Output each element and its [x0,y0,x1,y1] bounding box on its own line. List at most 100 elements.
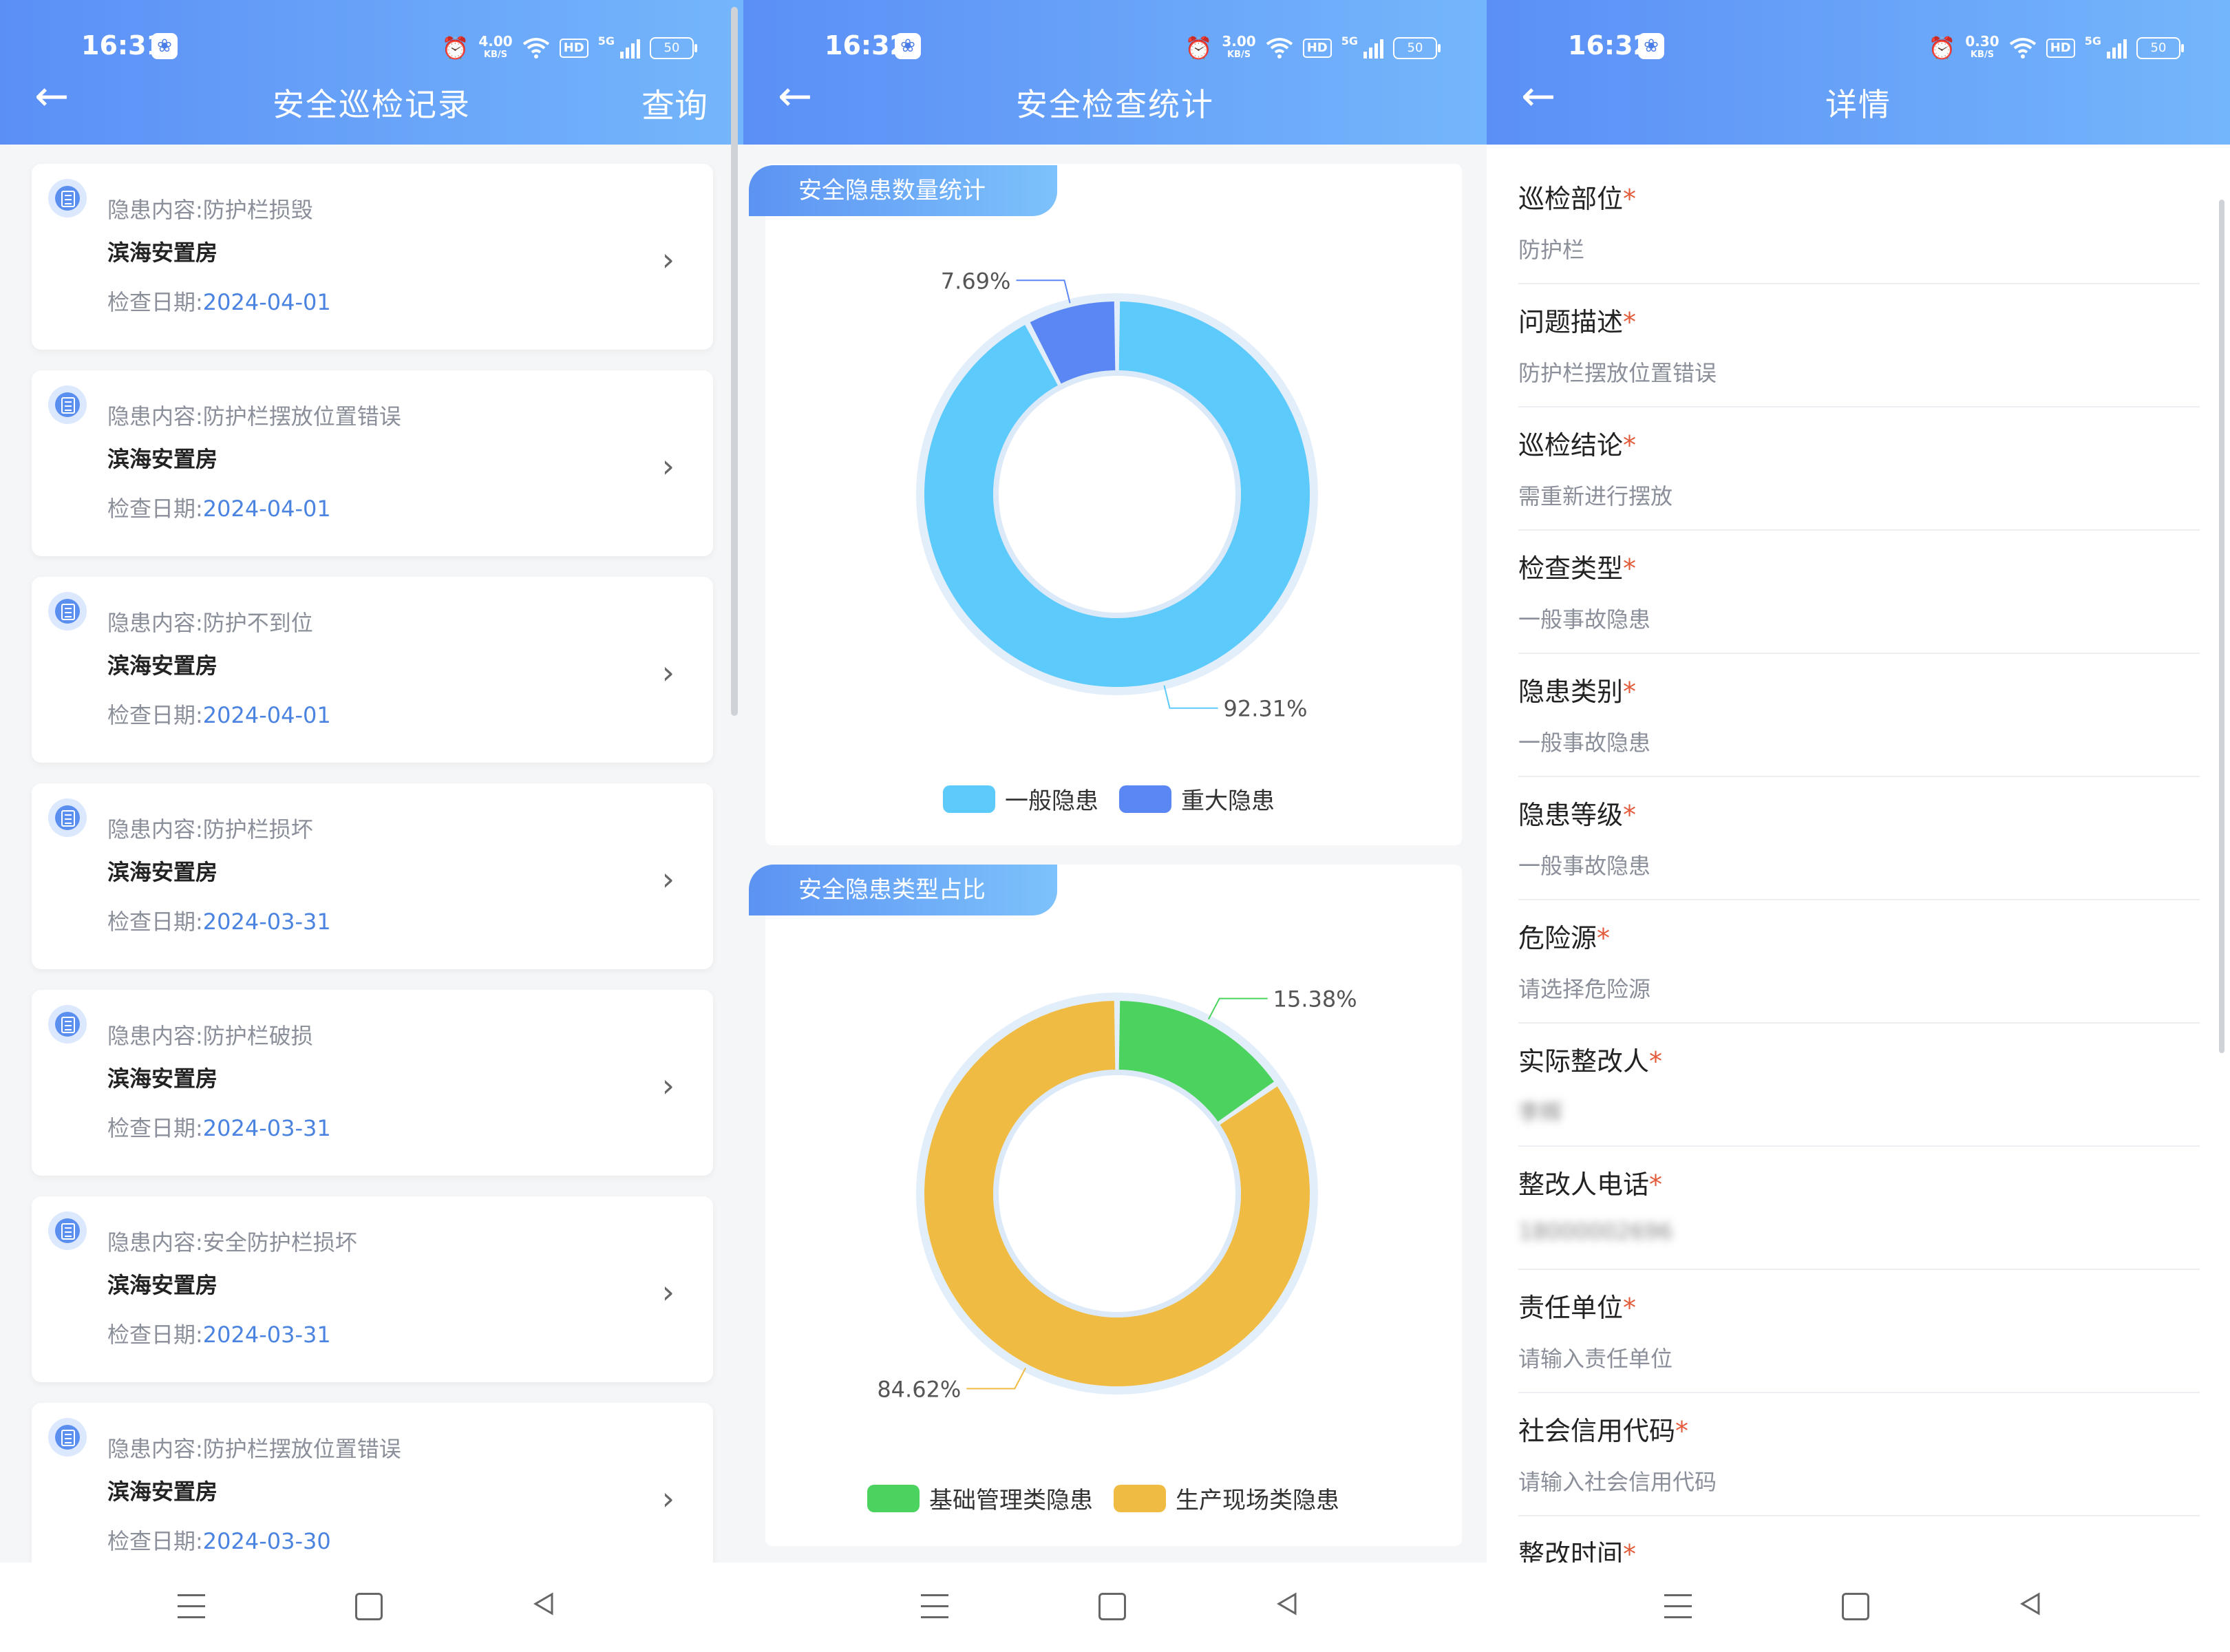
legend-item[interactable]: 一般隐患 [943,782,1098,816]
hazard-content: 隐患内容:防护栏破损 [107,1023,313,1049]
chevron-right-icon: › [661,241,675,278]
home-icon[interactable] [1842,1593,1869,1620]
record-card[interactable]: 隐患内容:防护栏摆放位置错误 滨海安置房 检查日期:2024-04-01 › [32,370,713,556]
network-speed: 0.30 KB/S [1965,33,1999,60]
record-card[interactable]: 隐患内容:安全防护栏损坏 滨海安置房 检查日期:2024-03-31 › [32,1196,713,1382]
legend-swatch [867,1484,920,1512]
system-nav-bar [0,1563,743,1652]
field-value: 一般事故隐患 [1518,853,1651,879]
status-icons: ⏰ 4.00 KB/S HD 5G 50 [441,33,697,62]
field-row[interactable]: 实际整改人* 李辉 [1518,1022,2200,1147]
hd-badge: HD [2046,39,2075,58]
field-label: 实际整改人* [1518,1046,1663,1077]
chevron-right-icon: › [661,1067,675,1104]
hazard-content: 隐患内容:防护栏损毁 [107,197,313,223]
field-row[interactable]: 隐患等级* 一般事故隐患 [1518,776,2200,900]
check-date: 检查日期:2024-03-30 [107,1528,331,1554]
menu-icon[interactable] [1664,1594,1692,1619]
field-label: 问题描述* [1518,307,1637,337]
alarm-icon: ⏰ [441,35,469,61]
inspection-records-screen: 16:31 ❀ ⏰ 4.00 KB/S HD 5G 50 ← 安全巡检记录 查询 … [0,0,743,1652]
check-date: 检查日期:2024-04-01 [107,702,331,728]
legend-label: 一般隐患 [1005,787,1098,815]
field-row[interactable]: 巡检结论* 需重新进行摆放 [1518,406,2200,531]
label-leader-line [1207,997,1268,1020]
label-leader-line [1016,279,1071,304]
donut-hole [993,1070,1241,1317]
field-label: 危险源* [1518,923,1611,953]
field-value: 请选择危险源 [1518,976,1651,1002]
field-row[interactable]: 整改人电话* 18000002696 [1518,1145,2200,1270]
field-row[interactable]: 责任单位* 请输入责任单位 [1518,1269,2200,1393]
slice-percent-label: 15.38% [1273,986,1357,1013]
field-value: 一般事故隐患 [1518,606,1651,633]
field-value: 需重新进行摆放 [1518,483,1673,509]
field-value: 防护栏摆放位置错误 [1518,360,1717,386]
location-name: 滨海安置房 [107,240,218,266]
legend-swatch [1119,785,1171,813]
record-card[interactable]: 隐患内容:防护栏破损 滨海安置房 检查日期:2024-03-31 › [32,990,713,1176]
field-row[interactable]: 社会信用代码* 请输入社会信用代码 [1518,1392,2200,1516]
network-speed: 4.00 KB/S [478,33,513,60]
query-button[interactable]: 查询 [641,78,708,127]
document-icon [48,385,87,424]
field-label: 责任单位* [1518,1293,1637,1323]
scrollbar[interactable] [2219,200,2224,1053]
detail-screen: 16:32 ❀ ⏰ 0.30 KB/S HD 5G 50 ← 详情 巡检部位* 防护… [1487,0,2230,1652]
location-name: 滨海安置房 [107,653,218,679]
chevron-right-icon: › [661,1480,675,1517]
field-row[interactable]: 危险源* 请选择危险源 [1518,899,2200,1024]
slice-percent-label: 92.31% [1224,696,1308,722]
record-card[interactable]: 隐患内容:防护栏损坏 滨海安置房 检查日期:2024-03-31 › [32,783,713,969]
scrollbar[interactable] [731,7,738,716]
5g-label: 5G [597,34,615,47]
header-bar: 16:31 ❀ ⏰ 4.00 KB/S HD 5G 50 ← 安全巡检记录 查询 [0,0,743,145]
field-row[interactable]: 问题描述* 防护栏摆放位置错误 [1518,283,2200,407]
field-label: 巡检部位* [1518,184,1637,214]
hazard-content: 隐患内容:防护栏损坏 [107,816,313,843]
check-date: 检查日期:2024-04-01 [107,496,331,522]
legend-label: 重大隐患 [1181,787,1275,815]
chevron-right-icon: › [661,654,675,691]
back-triangle-icon[interactable] [1273,1590,1301,1618]
document-icon [48,798,87,837]
home-icon[interactable] [355,1593,383,1620]
field-label: 整改人电话* [1518,1169,1663,1200]
field-row[interactable]: 隐患类别* 一般事故隐患 [1518,653,2200,777]
menu-icon[interactable] [178,1594,205,1619]
location-name: 滨海安置房 [107,1479,218,1505]
back-triangle-icon[interactable] [2017,1590,2044,1618]
legend-item[interactable]: 重大隐患 [1119,782,1275,816]
check-date: 检查日期:2024-04-01 [107,289,331,315]
donut-hole [993,370,1241,618]
field-label: 检查类型* [1518,553,1637,584]
status-icons: ⏰ 0.30 KB/S HD 5G 50 [1929,33,2184,62]
slice-percent-label: 84.62% [877,1376,961,1402]
hazard-content: 隐患内容:防护栏摆放位置错误 [107,1436,401,1462]
field-value: 一般事故隐患 [1518,730,1651,756]
back-triangle-icon[interactable] [530,1590,558,1618]
legend-label: 基础管理类隐患 [929,1487,1093,1514]
legend-swatch [1114,1484,1166,1512]
record-card[interactable]: 隐患内容:防护栏损毁 滨海安置房检查日期:2024-04-01 › [32,164,713,350]
check-date: 检查日期:2024-03-31 [107,1115,331,1141]
paw-app-icon: ❀ [151,33,178,59]
menu-icon[interactable] [921,1594,948,1619]
home-icon[interactable] [1098,1593,1126,1620]
location-name: 滨海安置房 [107,446,218,472]
legend-label: 生产现场类隐患 [1176,1487,1339,1514]
document-icon [48,1005,87,1044]
field-row[interactable]: 检查类型* 一般事故隐患 [1518,529,2200,654]
legend-item[interactable]: 基础管理类隐患 [867,1481,1093,1515]
legend-swatch [943,785,995,813]
field-label: 隐患类别* [1518,677,1637,707]
hd-badge: HD [559,39,588,58]
label-leader-line [1163,685,1218,709]
record-card[interactable]: 隐患内容:防护不到位 滨海安置房 检查日期:2024-04-01 › [32,577,713,763]
field-row[interactable]: 巡检部位* 防护栏 [1518,160,2200,284]
legend-item[interactable]: 生产现场类隐患 [1114,1481,1339,1515]
record-card[interactable]: 隐患内容:防护栏摆放位置错误 滨海安置房检查日期:2024-03-30 › [32,1403,713,1589]
chevron-right-icon: › [661,860,675,898]
field-label: 巡检结论* [1518,430,1637,460]
hazard-content: 隐患内容:防护栏摆放位置错误 [107,403,401,430]
